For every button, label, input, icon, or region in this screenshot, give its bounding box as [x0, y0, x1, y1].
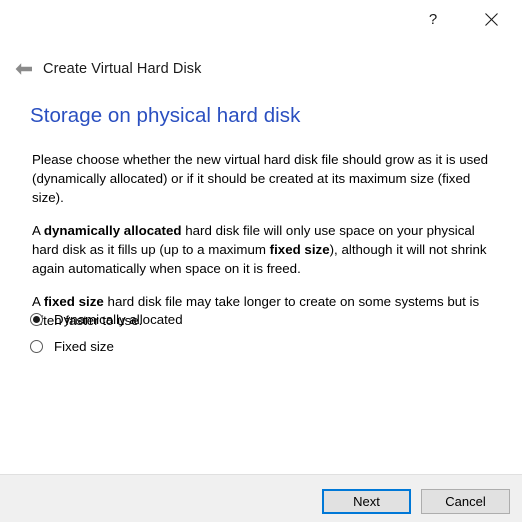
- p2-bold-2: fixed size: [269, 242, 330, 257]
- p3-bold-1: fixed size: [43, 294, 104, 309]
- dialog-footer: Next Cancel: [0, 474, 522, 522]
- close-button[interactable]: [468, 0, 514, 38]
- page-title: Storage on physical hard disk: [30, 104, 301, 127]
- description-block: Please choose whether the new virtual ha…: [32, 150, 502, 330]
- next-button[interactable]: Next: [322, 489, 411, 514]
- radio-label-fixed-size: Fixed size: [54, 338, 114, 354]
- close-icon: [484, 12, 498, 26]
- cancel-button[interactable]: Cancel: [421, 489, 510, 514]
- radio-label-dynamically-allocated: Dynamically allocated: [54, 311, 183, 327]
- window-titlebar: ?: [0, 0, 522, 40]
- p2-text-1: A: [32, 223, 44, 238]
- arrow-left-icon: [14, 62, 33, 76]
- radio-option-fixed-size[interactable]: Fixed size: [30, 335, 183, 357]
- description-paragraph-1: Please choose whether the new virtual ha…: [32, 152, 489, 205]
- radio-icon-selected[interactable]: [30, 312, 43, 326]
- description-paragraph-2: A dynamically allocated hard disk file w…: [32, 221, 502, 278]
- wizard-header: Create Virtual Hard Disk: [0, 55, 522, 83]
- wizard-title: Create Virtual Hard Disk: [43, 61, 202, 77]
- storage-type-radio-group: Dynamically allocated Fixed size: [30, 308, 183, 362]
- p2-bold-1: dynamically allocated: [43, 223, 182, 238]
- radio-icon-unselected[interactable]: [30, 339, 43, 353]
- question-mark-icon: ?: [428, 10, 438, 28]
- help-button[interactable]: ?: [410, 0, 456, 38]
- back-button[interactable]: [7, 56, 39, 82]
- radio-option-dynamically-allocated[interactable]: Dynamically allocated: [30, 308, 183, 330]
- p3-text-1: A: [32, 294, 44, 309]
